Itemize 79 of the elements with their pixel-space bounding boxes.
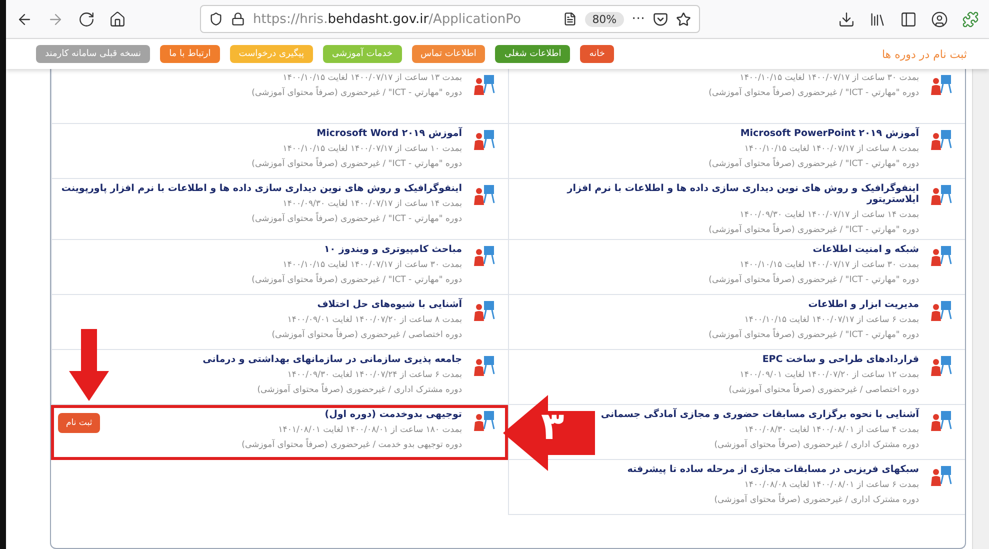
course-duration: بمدت ۱۰ ساعت از ۱۴۰۰/۰۷/۱۷ لغایت ۱۴۰۰/۱۰/۱۵ — [282, 144, 462, 154]
course-duration: بمدت ۳۰ ساعت از ۱۴۰۰/۰۷/۱۷ لغایت ۱۴۰۰/۱۰/۱۵ — [738, 73, 919, 83]
course-title[interactable]: اینفوگرافیک و روش های نوین دیداری سازی داده ها و اطلاعات با نرم افزار پاورپوینت — [58, 183, 462, 194]
course-duration: بمدت ۶ ساعت از ۱۴۰۰/۰۷/۲۴ لغایت ۱۴۰۰/۰۹/۳۰ — [286, 370, 462, 380]
reload-icon[interactable] — [78, 10, 95, 28]
address-bar[interactable]: https://hris.behdasht.gov.ir/ApplicationPo 80% ··· — [200, 5, 700, 33]
teacher-icon — [929, 464, 953, 488]
teacher-icon — [472, 73, 496, 97]
course-type: دوره اختصاصی / غیرحضوری (صرفاً محتوای آموزشی) — [728, 385, 919, 395]
course-type: دوره "مهارتي - ICT" / غیرحضوری (صرفاً محتوای آموزشی) — [708, 275, 919, 285]
url-text: https://hris.behdasht.gov.ir/ApplicationPo — [253, 12, 522, 26]
teacher-icon — [472, 299, 496, 323]
download-icon[interactable] — [838, 10, 855, 28]
nav-button[interactable]: اطلاعات شغلی — [495, 45, 570, 63]
teacher-icon — [472, 183, 496, 207]
step-number: ۳ — [541, 407, 564, 445]
page-actions-menu[interactable]: ··· — [632, 11, 645, 27]
course-duration: بمدت ۱۴ ساعت از ۱۴۰۰/۰۷/۱۷ لغایت ۱۴۰۰/۰۹/۳۰ — [738, 210, 919, 220]
course-title[interactable]: مباحث کامپیوتری و ویندوز ۱۰ — [58, 244, 462, 255]
reader-icon[interactable] — [563, 12, 578, 26]
course-title[interactable]: سبکهای فریزبی در مسابقات مجازی از مرحله ساده تا پیشرفته — [515, 464, 919, 475]
lock-icon — [231, 12, 245, 26]
course-duration: بمدت ۴ ساعت از ۱۴۰۰/۰۸/۰۱ لغایت ۱۴۰۰/۰۸/۳۰ — [743, 425, 919, 435]
course-duration: بمدت ۳۰ ساعت از ۱۴۰۰/۰۷/۱۷ لغایت ۱۴۰۰/۱۰/۱۵ — [738, 260, 919, 270]
course-duration: بمدت ۶ ساعت از ۱۴۰۰/۰۷/۱۷ لغایت ۱۴۰۰/۱۰/۱۵ — [743, 315, 919, 325]
teacher-icon — [472, 409, 496, 433]
course-title[interactable]: اینفوگرافیک و روش های نوین دیداری سازی داده ها و اطلاعات با نرم افزار ایلاستریتور — [515, 183, 919, 205]
course-type: دوره "مهارتي - ICT" / غیرحضوری (صرفاً محتوای آموزشی) — [250, 214, 462, 224]
pocket-icon[interactable] — [653, 12, 668, 26]
course-title[interactable]: توجیهی بدوخدمت (دوره اول) — [110, 409, 462, 420]
teacher-icon — [929, 299, 953, 323]
course-type: دوره اختصاصی / غیرحضوری (صرفاً محتوای آموزشی) — [270, 330, 462, 340]
course-title[interactable]: جامعه پذیری سازمانی در سازمانهای بهداشتی و درمانی — [58, 354, 462, 365]
course-title[interactable]: آشنایی با شیوه‌های حل اختلاف — [58, 299, 462, 310]
course-title[interactable]: مدیریت ابزار و اطلاعات — [515, 299, 919, 310]
course-title[interactable]: قراردادهای طراحی و ساخت EPC — [515, 354, 919, 365]
course-duration: بمدت ۱۸۰ ساعت از ۱۴۰۰/۰۸/۰۱ لغایت ۱۴۰۱/۰۸/۰۱ — [277, 425, 462, 435]
account-icon[interactable] — [931, 10, 948, 28]
course-type: دوره "مهارتي - ICT" / غیرحضوری (صرفاً محتوای آموزشی) — [708, 330, 919, 340]
course-type: دوره مشترک اداری / غیرحضوری (صرفاً محتوای آموزشی) — [713, 440, 919, 450]
sidebar-icon[interactable] — [900, 10, 917, 28]
course-type: دوره "مهارتي - ICT" / غیرحضوری (صرفاً محتوای آموزشی) — [708, 159, 919, 169]
down-arrow — [69, 329, 109, 401]
course-duration: بمدت ۸ ساعت از ۱۴۰۰/۰۷/۱۷ لغایت ۱۴۰۰/۱۰/۱۵ — [743, 144, 919, 154]
teacher-icon — [472, 128, 496, 152]
course-type: دوره توجیهی بدو خدمت / غیرحضوری (صرفاً محتوای آموزشی) — [240, 440, 462, 450]
home-icon[interactable] — [109, 10, 126, 28]
course-duration: بمدت ۸ ساعت از ۱۴۰۰/۰۷/۲۰ لغایت ۱۴۰۰/۰۹/۰۱ — [286, 315, 462, 325]
page-title: ثبت نام در دوره ها — [882, 48, 967, 60]
teacher-icon — [929, 128, 953, 152]
course-title[interactable]: آموزش Microsoft Word ۲۰۱۹ — [58, 128, 462, 139]
zoom-level[interactable]: 80% — [585, 12, 624, 26]
teacher-icon — [929, 73, 953, 97]
course-duration: بمدت ۳۰ ساعت از ۱۴۰۰/۰۷/۱۷ لغایت ۱۴۰۰/۱۰/۱۵ — [282, 260, 462, 270]
course-type: دوره "مهارتي - ICT" / غیرحضوری (صرفاً محتوای آموزشی) — [250, 88, 462, 98]
course-type: دوره "مهارتي - ICT" / غیرحضوری (صرفاً محتوای آموزشی) — [250, 159, 462, 169]
nav-button[interactable]: خانه — [580, 45, 614, 63]
shield-icon — [209, 12, 223, 26]
course-title[interactable]: شبکه و امنیت اطلاعات — [515, 244, 919, 255]
course-type: دوره "مهارتي - ICT" / غیرحضوری (صرفاً محتوای آموزشی) — [708, 225, 919, 235]
teacher-icon — [929, 244, 953, 268]
library-icon[interactable] — [869, 10, 886, 28]
course-title[interactable]: آموزش Microsoft PowerPoint ۲۰۱۹ — [515, 128, 919, 139]
extension-icon[interactable] — [962, 10, 979, 28]
teacher-icon — [472, 354, 496, 378]
course-type: دوره مشترک اداری / غیرحضوری (صرفاً محتوای آموزشی) — [256, 385, 462, 395]
course-duration: بمدت ۱۳ ساعت از ۱۴۰۰/۰۷/۱۷ لغایت ۱۴۰۰/۱۰/۱۵ — [282, 73, 462, 83]
course-type: دوره مشترک اداری / غیرحضوری (صرفاً محتوای آموزشی) — [713, 495, 919, 505]
register-button[interactable]: ثبت نام — [58, 413, 100, 433]
course-duration: بمدت ۱۲ ساعت از ۱۴۰۰/۰۷/۲۰ لغایت ۱۴۰۰/۰۹/۰۱ — [738, 370, 919, 380]
course-type: دوره "مهارتي - ICT" / غیرحضوری (صرفاً محتوای آموزشی) — [708, 88, 919, 98]
course-type: دوره "مهارتي - ICT" / غیرحضوری (صرفاً محتوای آموزشی) — [250, 275, 462, 285]
teacher-icon — [929, 354, 953, 378]
teacher-icon — [929, 409, 953, 433]
course-duration: بمدت ۱۴ ساعت از ۱۴۰۰/۰۷/۱۷ لغایت ۱۴۰۰/۰۹/۳۰ — [282, 199, 462, 209]
star-icon[interactable] — [676, 12, 691, 26]
course-duration: بمدت ۶ ساعت از ۱۴۰۰/۰۸/۰۱ لغایت ۱۴۰۰/۰۸/۰۸ — [743, 480, 919, 490]
teacher-icon — [472, 244, 496, 268]
teacher-icon — [929, 183, 953, 207]
